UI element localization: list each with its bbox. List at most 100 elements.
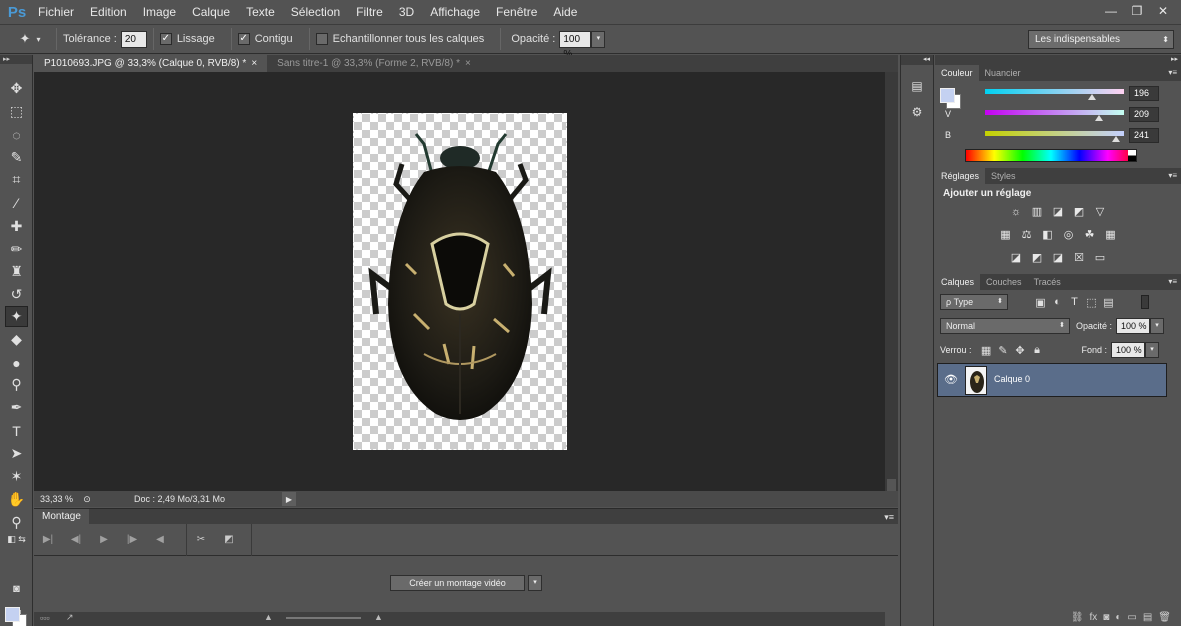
next-frame-icon[interactable]: |▶	[118, 534, 146, 545]
layer-filter-select[interactable]: ρ Type ⬍	[940, 294, 1008, 310]
filter-shape-icon[interactable]: ⬚	[1083, 294, 1100, 310]
panel-menu-icon[interactable]: ▾≡	[884, 509, 894, 525]
color-slider-track[interactable]	[985, 89, 1124, 94]
audio-icon[interactable]: ◀	[146, 534, 174, 545]
menu-aide[interactable]: Aide	[545, 0, 585, 24]
lock-transparent-pixels-icon[interactable]: ▦	[978, 342, 995, 358]
tab-p1010693[interactable]: P1010693.JPG @ 33,3% (Calque 0, RVB/8) *…	[34, 55, 268, 72]
close-icon[interactable]: ×	[465, 58, 471, 69]
filter-type-icon[interactable]: T	[1066, 294, 1083, 310]
tab-calques[interactable]: Calques	[935, 274, 981, 290]
layer-style-icon[interactable]: fx	[1090, 612, 1098, 626]
create-timeline-dropdown-button[interactable]: ▾	[528, 575, 542, 591]
photo-filter-icon[interactable]: ◎	[1060, 226, 1077, 243]
add-mask-icon[interactable]: ◙	[1103, 612, 1109, 626]
layer-opacity-dropdown[interactable]: ▾	[1150, 318, 1165, 334]
black-white-icon[interactable]: ◧	[1039, 226, 1056, 243]
blend-mode-select[interactable]: Normal ⬍	[940, 318, 1070, 334]
close-button[interactable]: ✕	[1151, 2, 1175, 20]
gradient-map-icon[interactable]: ▭	[1092, 249, 1109, 266]
timeline-tab[interactable]: Montage	[34, 509, 89, 525]
panel-menu-icon[interactable]: ▾≡	[1168, 274, 1177, 290]
canvas-area[interactable]	[34, 72, 885, 491]
type-tool-icon[interactable]: T	[5, 420, 28, 441]
opacity-input[interactable]: 100 %	[559, 30, 592, 60]
dodge-tool-icon[interactable]: ⚲	[5, 374, 28, 395]
blur-tool-icon[interactable]: ●	[5, 352, 28, 373]
opacity-dropdown-button[interactable]: ▾	[591, 30, 606, 48]
slider-knob[interactable]	[1087, 94, 1096, 100]
menu-filtre[interactable]: Filtre	[348, 0, 391, 24]
contigu-checkbox-row[interactable]: ✓ Contigu	[237, 33, 297, 45]
quick-mask-icon[interactable]: ◙	[5, 578, 28, 599]
menu-image[interactable]: Image	[135, 0, 184, 24]
slider-value-input[interactable]: 241	[1129, 128, 1159, 143]
status-menu-arrow-icon[interactable]: ▶	[282, 492, 296, 506]
layer-row[interactable]: 👁︎ Calque 0	[937, 363, 1167, 397]
menu-fenetre[interactable]: Fenêtre	[488, 0, 545, 24]
history-panel-icon[interactable]: ▤	[906, 75, 928, 97]
history-brush-tool-icon[interactable]: ↺	[5, 284, 28, 305]
layer-opacity-input[interactable]: 100 %	[1116, 318, 1151, 334]
hue-saturation-icon[interactable]: ▦	[997, 226, 1014, 243]
channel-mixer-icon[interactable]: ☘	[1081, 226, 1098, 243]
color-balance-icon[interactable]: ⚖	[1018, 226, 1035, 243]
tab-sans-titre-1[interactable]: Sans titre-1 @ 33,3% (Forme 2, RVB/8) * ×	[267, 55, 481, 72]
brightness-icon[interactable]: ☼	[1008, 203, 1025, 220]
path-selection-tool-icon[interactable]: ➤	[5, 443, 28, 464]
color-lookup-icon[interactable]: ▦	[1102, 226, 1119, 243]
new-layer-icon[interactable]: ▤	[1143, 612, 1152, 626]
panels-collapse-icon[interactable]: ▸▸	[935, 55, 1181, 65]
zoom-slider[interactable]	[286, 617, 361, 619]
create-video-timeline-button[interactable]: Créer un montage vidéo	[390, 575, 525, 591]
tab-reglages[interactable]: Réglages	[935, 168, 986, 184]
menu-fichier[interactable]: Fichier	[30, 0, 82, 24]
zoom-out-icon[interactable]: ▲	[264, 612, 273, 622]
menu-selection[interactable]: Sélection	[283, 0, 348, 24]
eraser-tool-icon[interactable]: ✦	[5, 306, 28, 327]
contigu-checkbox[interactable]: ✓	[237, 33, 250, 45]
selective-color-icon[interactable]: ☒	[1071, 249, 1088, 266]
go-to-first-frame-icon[interactable]: ▶|	[34, 534, 62, 545]
previous-frame-icon[interactable]: ◀|	[62, 534, 90, 545]
workspace-select[interactable]: Les indispensables ⬍	[1028, 30, 1174, 49]
export-icon[interactable]: ⊙	[80, 492, 94, 506]
panel-menu-icon[interactable]: ▾≡	[1168, 65, 1177, 81]
scrollbar-thumb[interactable]	[887, 479, 896, 491]
tab-couleur[interactable]: Couleur	[935, 65, 979, 81]
echantillonner-checkbox-row[interactable]: Echantillonner tous les calques	[315, 33, 489, 45]
pen-tool-icon[interactable]: ✒	[5, 397, 28, 418]
menu-texte[interactable]: Texte	[238, 0, 283, 24]
tool-preset-picker[interactable]: ✦ ▾	[10, 28, 50, 50]
echantillonner-checkbox[interactable]	[315, 33, 328, 45]
filter-adjustment-icon[interactable]: ◐	[1049, 294, 1066, 310]
slider-knob[interactable]	[1094, 115, 1103, 121]
link-layers-icon[interactable]: ⛓	[1071, 612, 1084, 626]
posterize-icon[interactable]: ◩	[1029, 249, 1046, 266]
lock-position-icon[interactable]: ✥	[1012, 342, 1029, 358]
quick-selection-tool-icon[interactable]: ✎	[5, 147, 28, 168]
color-spectrum-bar[interactable]	[965, 149, 1137, 162]
invert-icon[interactable]: ◪	[1008, 249, 1025, 266]
zoom-level[interactable]: 33,33 %	[34, 494, 74, 504]
menu-affichage[interactable]: Affichage	[422, 0, 488, 24]
slider-value-input[interactable]: 209	[1129, 107, 1159, 122]
new-adjustment-icon[interactable]: ◐	[1115, 612, 1121, 626]
lock-image-pixels-icon[interactable]: ✎	[995, 342, 1012, 358]
document-canvas[interactable]	[353, 113, 567, 450]
timeline-toggle-icon[interactable]: ▫▫▫	[40, 613, 50, 623]
render-icon[interactable]: ↗	[66, 612, 74, 623]
tolerance-input[interactable]: 20	[120, 30, 147, 48]
color-slider-track[interactable]	[985, 131, 1124, 136]
filter-toggle-switch[interactable]	[1141, 295, 1149, 309]
delete-layer-icon[interactable]: 🗑︎	[1158, 612, 1171, 626]
filter-pixel-icon[interactable]: ▣	[1032, 294, 1049, 310]
tab-nuancier[interactable]: Nuancier	[979, 65, 1027, 81]
lasso-tool-icon[interactable]: ◌	[5, 124, 28, 145]
lissage-checkbox[interactable]: ✓	[159, 33, 172, 45]
crop-tool-icon[interactable]: ⌗	[5, 169, 28, 190]
fill-input[interactable]: 100 %	[1111, 342, 1146, 358]
color-slider-track[interactable]	[985, 110, 1124, 115]
tab-couches[interactable]: Couches	[980, 274, 1028, 290]
lissage-checkbox-row[interactable]: ✓ Lissage	[159, 33, 219, 45]
